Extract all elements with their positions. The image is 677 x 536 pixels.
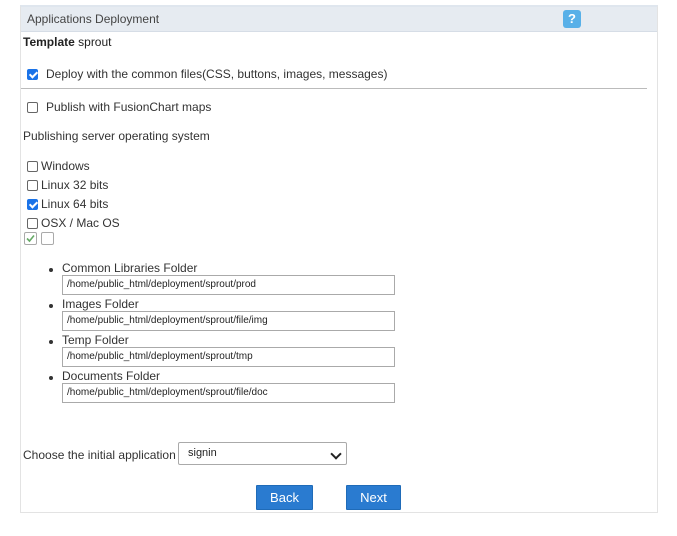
os-linux32-label: Linux 32 bits [41,178,109,192]
os-osx-label: OSX / Mac OS [41,216,120,230]
bullet-icon [49,340,53,344]
os-windows-label: Windows [41,159,90,173]
bullet-icon [49,376,53,380]
panel-title: Applications Deployment [27,12,160,26]
images-folder-input[interactable]: /home/public_html/deployment/sprout/file… [62,311,395,331]
select-all-check-icon[interactable] [24,232,37,245]
next-button[interactable]: Next [346,485,401,510]
bullet-icon [49,268,53,272]
divider [21,88,647,89]
folder-label: Images Folder [62,297,139,311]
os-linux64-label: Linux 64 bits [41,197,109,211]
template-label: Template [23,35,75,49]
bullet-icon [49,304,53,308]
chevron-down-icon [330,448,342,460]
initial-app-select[interactable]: signin [178,442,347,465]
initial-app-value: signin [188,447,217,459]
fusionchart-label: Publish with FusionChart maps [46,100,212,114]
fusionchart-checkbox[interactable] [27,101,38,113]
os-section-title: Publishing server operating system [23,129,210,143]
deselect-all-icon[interactable] [41,232,54,245]
os-item-osx[interactable]: OSX / Mac OS [27,216,120,230]
template-line: Template sprout [23,35,112,49]
folder-label: Temp Folder [62,333,129,347]
deploy-common-checkbox[interactable] [27,68,38,80]
os-item-linux64[interactable]: Linux 64 bits [27,197,108,211]
folder-label: Common Libraries Folder [62,261,198,275]
deploy-common-option[interactable]: Deploy with the common files(CSS, button… [27,67,387,81]
os-linux32-checkbox[interactable] [27,179,38,191]
back-button[interactable]: Back [256,485,313,510]
os-osx-checkbox[interactable] [27,217,38,229]
os-item-windows[interactable]: Windows [27,159,90,173]
os-linux64-checkbox[interactable] [27,198,38,210]
initial-app-label: Choose the initial application [23,448,176,462]
os-item-linux32[interactable]: Linux 32 bits [27,178,108,192]
fusionchart-option[interactable]: Publish with FusionChart maps [27,100,211,114]
common-libraries-input[interactable]: /home/public_html/deployment/sprout/prod [62,275,395,295]
folder-label: Documents Folder [62,369,161,383]
temp-folder-input[interactable]: /home/public_html/deployment/sprout/tmp [62,347,395,367]
deployment-panel: Applications Deployment ? Template sprou… [20,5,658,513]
deploy-common-label: Deploy with the common files(CSS, button… [46,67,388,81]
panel-header: Applications Deployment ? [21,7,657,32]
os-windows-checkbox[interactable] [27,160,38,172]
help-button[interactable]: ? [563,10,581,28]
template-value: sprout [78,35,112,49]
documents-folder-input[interactable]: /home/public_html/deployment/sprout/file… [62,383,395,403]
